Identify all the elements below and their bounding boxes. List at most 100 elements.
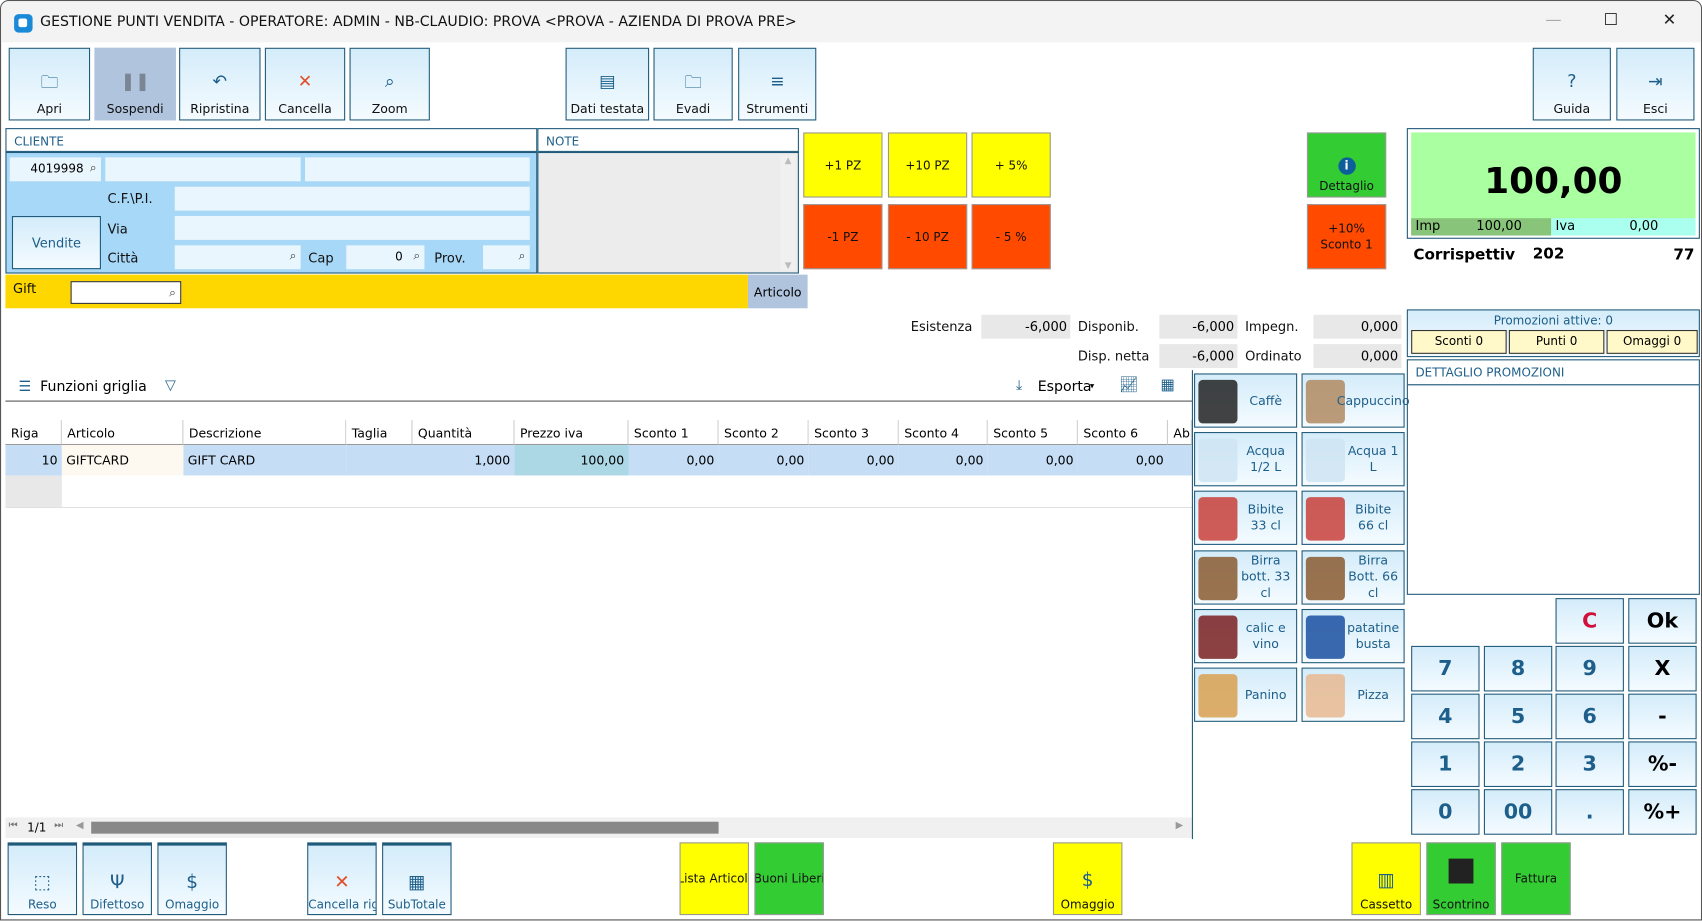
key-6[interactable]: 6: [1555, 693, 1624, 740]
search-icon[interactable]: ⌕: [519, 249, 526, 264]
sconto-10-button[interactable]: +10% Sconto 1: [1306, 204, 1387, 270]
key-7[interactable]: 7: [1411, 645, 1480, 692]
key-1[interactable]: 1: [1411, 741, 1480, 787]
download-icon[interactable]: ⤓: [1016, 378, 1022, 394]
chart-icon[interactable]: 📈︎: [1119, 377, 1138, 394]
evadi-button[interactable]: 🗀 Evadi: [653, 47, 733, 121]
articolo-button[interactable]: Articolo: [747, 274, 808, 309]
key-c[interactable]: C: [1555, 598, 1624, 644]
plus-1-pz-button[interactable]: +1 PZ: [803, 132, 883, 198]
grid-cell-sconto-2[interactable]: 0,00: [718, 445, 809, 476]
minus-10-pz-button[interactable]: - 10 PZ: [887, 204, 968, 270]
sconti-button[interactable]: Sconti 0: [1411, 329, 1507, 354]
grid-cell-sconto-5[interactable]: 0,00: [987, 445, 1078, 476]
grid-cell-sconto-1[interactable]: 0,00: [628, 445, 719, 476]
minus-1-pz-button[interactable]: -1 PZ: [803, 204, 883, 270]
key-3[interactable]: 3: [1555, 741, 1624, 787]
grid-layout-icon[interactable]: ▦: [1160, 377, 1174, 394]
product-button-patatine-busta[interactable]: patatine busta: [1301, 608, 1405, 664]
key-2[interactable]: 2: [1483, 741, 1553, 787]
product-button-caff[interactable]: Caffè: [1194, 373, 1298, 428]
column-header-quantit[interactable]: Quantità: [412, 420, 515, 446]
key-8[interactable]: 8: [1483, 645, 1553, 692]
grid-cell-ab[interactable]: [1167, 445, 1192, 476]
cliente-name2-field[interactable]: [305, 157, 530, 182]
punti-button[interactable]: Punti 0: [1508, 329, 1605, 354]
column-header-ab[interactable]: Ab: [1167, 420, 1192, 446]
cassetto-button[interactable]: ▥ Cassetto: [1351, 842, 1421, 916]
column-header-sconto-2[interactable]: Sconto 2: [718, 420, 809, 446]
key-x[interactable]: X: [1628, 645, 1697, 692]
esci-button[interactable]: ⇥ Esci: [1616, 47, 1695, 121]
sospendi-button[interactable]: ❚❚ Sospendi: [94, 47, 176, 121]
key-9[interactable]: 9: [1555, 645, 1624, 692]
grid-cell-quantit[interactable]: 1,000: [412, 445, 515, 476]
fattura-button[interactable]: Fattura: [1501, 842, 1571, 916]
search-icon[interactable]: ⌕: [169, 285, 176, 300]
plus-5-percent-button[interactable]: + 5%: [971, 132, 1051, 198]
column-header-taglia[interactable]: Taglia: [346, 420, 413, 446]
gift-input[interactable]: ⌕: [70, 281, 182, 304]
funzioni-griglia-button[interactable]: Funzioni griglia: [40, 379, 147, 395]
grid-cell-prezzo-iva[interactable]: 100,00: [514, 445, 629, 476]
product-button-calic-e-vino[interactable]: calic e vino: [1194, 608, 1298, 664]
product-button-acqua-1-l[interactable]: Acqua 1 L: [1301, 432, 1405, 487]
product-button-birra-bott-66-cl[interactable]: Birra Bott. 66 cl: [1301, 549, 1405, 605]
product-button-panino[interactable]: Panino: [1194, 667, 1298, 722]
column-header-sconto-1[interactable]: Sconto 1: [628, 420, 719, 446]
citta-field[interactable]: ⌕: [174, 245, 301, 270]
search-icon[interactable]: ⌕: [413, 249, 420, 264]
omaggi-button[interactable]: Omaggi 0: [1606, 329, 1698, 354]
column-header-articolo[interactable]: Articolo: [61, 420, 184, 446]
cap-field[interactable]: 0 ⌕: [346, 245, 425, 270]
subtotale-button[interactable]: ▦ SubTotale: [382, 842, 452, 916]
close-window-button[interactable]: ✕: [1653, 10, 1686, 30]
apri-button[interactable]: 🗀 Apri: [8, 47, 91, 121]
column-header-sconto-3[interactable]: Sconto 3: [808, 420, 899, 446]
horizontal-scrollbar-thumb[interactable]: [91, 821, 719, 834]
key-dot[interactable]: .: [1555, 789, 1624, 835]
note-scrollbar[interactable]: ▲ ▼: [780, 155, 796, 271]
reso-button[interactable]: ⬚ Reso: [7, 842, 78, 916]
key-minus[interactable]: -: [1628, 693, 1697, 740]
grid-cell-articolo[interactable]: GIFTCARD: [61, 445, 184, 476]
ripristina-button[interactable]: ↶ Ripristina: [179, 47, 261, 121]
filter-icon[interactable]: ▽: [165, 378, 176, 394]
scroll-left-icon[interactable]: ◀: [76, 821, 84, 832]
note-textarea[interactable]: ▲ ▼: [537, 151, 799, 274]
omaggio-button[interactable]: $ Omaggio: [157, 842, 227, 916]
grid-cell-sconto-6[interactable]: 0,00: [1077, 445, 1168, 476]
search-icon[interactable]: ⌕: [90, 161, 97, 176]
key-percent-plus[interactable]: %+: [1628, 789, 1697, 835]
grid-cell-riga[interactable]: 10: [5, 445, 62, 476]
grid-cell-descrizione[interactable]: GIFT CARD: [183, 445, 347, 476]
omaggio-button[interactable]: $ Omaggio: [1052, 842, 1123, 916]
buoni-liberi-button[interactable]: Buoni Liberi: [754, 842, 824, 916]
dati-testata-button[interactable]: ▤ Dati testata: [565, 47, 650, 121]
key-4[interactable]: 4: [1411, 693, 1480, 740]
cliente-name-field[interactable]: [105, 157, 301, 182]
search-icon[interactable]: ⌕: [290, 249, 297, 264]
scontrino-button[interactable]: ■ Scontrino: [1426, 842, 1496, 916]
via-field[interactable]: [174, 216, 530, 240]
cfpi-field[interactable]: [174, 186, 530, 211]
zoom-button[interactable]: ⌕ Zoom: [349, 47, 430, 121]
vendite-button[interactable]: Vendite: [11, 216, 101, 270]
column-header-sconto-6[interactable]: Sconto 6: [1077, 420, 1168, 446]
column-header-sconto-4[interactable]: Sconto 4: [898, 420, 988, 446]
chevron-down-icon[interactable]: ▾: [1090, 381, 1094, 391]
minus-5-percent-button[interactable]: - 5 %: [971, 204, 1051, 270]
strumenti-button[interactable]: ≡ Strumenti: [738, 47, 817, 121]
product-button-pizza[interactable]: Pizza: [1301, 667, 1405, 722]
lista-articoli-button[interactable]: Lista Articoli: [679, 842, 749, 916]
product-button-bibite-33-cl[interactable]: Bibite 33 cl: [1194, 491, 1298, 546]
column-header-riga[interactable]: Riga: [5, 420, 62, 446]
difettoso-button[interactable]: Ψ Difettoso: [82, 842, 152, 916]
grid-cell-taglia[interactable]: [346, 445, 413, 476]
dettaglio-promozioni-list[interactable]: [1406, 384, 1700, 595]
cancella-button[interactable]: ✕ Cancella: [264, 47, 346, 121]
guida-button[interactable]: ? Guida: [1532, 47, 1611, 121]
product-button-bibite-66-cl[interactable]: Bibite 66 cl: [1301, 491, 1405, 546]
cliente-code-field[interactable]: 4019998 ⌕: [9, 157, 101, 182]
grid-cell-sconto-3[interactable]: 0,00: [808, 445, 899, 476]
